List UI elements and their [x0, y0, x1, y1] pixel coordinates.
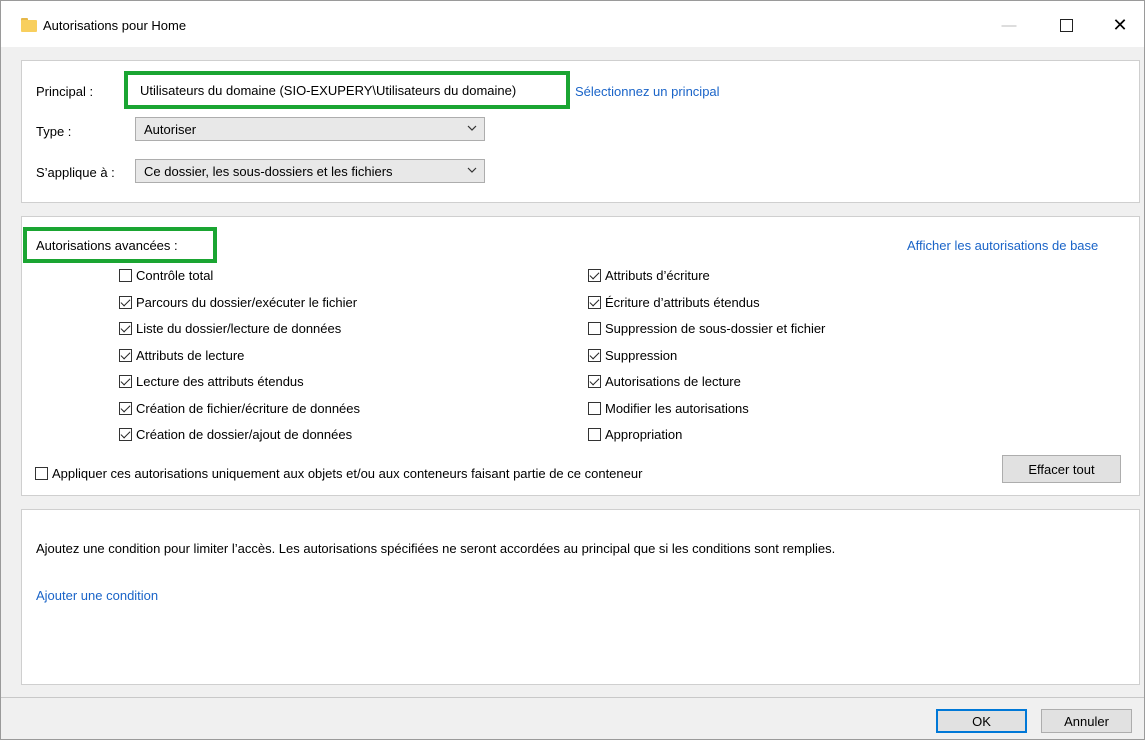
maximize-button[interactable] — [1046, 11, 1086, 39]
select-principal-link[interactable]: Sélectionnez un principal — [575, 84, 720, 99]
permission-checkbox-row[interactable]: Suppression de sous-dossier et fichier — [588, 321, 825, 336]
title-bar: Autorisations pour Home — ✕ — [1, 1, 1144, 47]
permission-checkbox[interactable] — [119, 322, 132, 335]
permission-label: Appropriation — [605, 427, 683, 442]
permission-checkbox[interactable] — [588, 295, 601, 309]
permission-label: Attributs d’écriture — [605, 268, 710, 283]
permission-label: Liste du dossier/lecture de données — [136, 321, 342, 336]
permission-checkbox-row[interactable]: Appropriation — [588, 427, 682, 442]
condition-panel: Ajoutez une condition pour limiter l’acc… — [21, 509, 1140, 685]
type-select[interactable]: Autoriser — [135, 117, 485, 141]
permission-label: Lecture des attributs étendus — [136, 374, 304, 389]
permission-checkbox-row[interactable]: Suppression — [588, 348, 677, 363]
permission-checkbox[interactable] — [119, 401, 132, 415]
advanced-permissions-panel: Autorisations avancées : Afficher les au… — [21, 216, 1140, 496]
close-button[interactable]: ✕ — [1100, 11, 1140, 39]
permission-checkbox-row[interactable]: Attributs de lecture — [119, 348, 244, 363]
permission-checkbox[interactable] — [588, 375, 601, 388]
permission-checkbox-row[interactable]: Modifier les autorisations — [588, 401, 749, 416]
permission-checkbox[interactable] — [119, 295, 132, 309]
permission-label: Écriture d’attributs étendus — [605, 294, 760, 310]
permission-label: Contrôle total — [136, 268, 214, 283]
permission-checkbox[interactable] — [119, 375, 132, 388]
type-label: Type : — [36, 124, 72, 139]
permission-checkbox-row[interactable]: Attributs d’écriture — [588, 268, 710, 283]
permission-checkbox[interactable] — [588, 428, 601, 441]
permissions-dialog: Autorisations pour Home — ✕ Principal : … — [0, 0, 1145, 740]
permission-label: Autorisations de lecture — [605, 374, 741, 389]
apply-only-checkbox-row[interactable]: Appliquer ces autorisations uniquement a… — [35, 466, 642, 481]
condition-description: Ajoutez une condition pour limiter l’acc… — [36, 541, 836, 556]
permission-checkbox[interactable] — [119, 348, 132, 362]
permission-label: Création de fichier/écriture de données — [136, 400, 361, 416]
permission-label: Parcours du dossier/exécuter le fichier — [136, 294, 358, 310]
permission-checkbox-row[interactable]: Écriture d’attributs étendus — [588, 295, 760, 310]
footer-separator — [1, 697, 1144, 698]
principal-value: Utilisateurs du domaine (SIO-EXUPERY\Uti… — [140, 83, 517, 98]
permission-checkbox[interactable] — [119, 428, 132, 441]
show-basic-permissions-link[interactable]: Afficher les autorisations de base — [907, 238, 1098, 253]
permission-checkbox[interactable] — [588, 269, 601, 282]
permission-checkbox[interactable] — [119, 269, 132, 282]
type-select-value: Autoriser — [144, 122, 197, 137]
chevron-down-icon — [467, 167, 477, 173]
permission-checkbox[interactable] — [588, 401, 601, 415]
permission-checkbox-row[interactable]: Lecture des attributs étendus — [119, 374, 304, 389]
principal-label: Principal : — [36, 84, 94, 99]
permission-checkbox-row[interactable]: Liste du dossier/lecture de données — [119, 321, 341, 336]
permission-label: Création de dossier/ajout de données — [136, 427, 353, 442]
permission-label: Attributs de lecture — [136, 347, 245, 363]
advanced-permissions-title: Autorisations avancées : — [36, 238, 178, 253]
permission-checkbox[interactable] — [588, 322, 601, 335]
chevron-down-icon — [467, 125, 477, 131]
permission-checkbox-row[interactable]: Création de dossier/ajout de données — [119, 427, 352, 442]
close-icon: ✕ — [1112, 14, 1128, 35]
folder-icon — [21, 18, 37, 32]
applies-to-select-value: Ce dossier, les sous-dossiers et les fic… — [144, 164, 393, 179]
maximize-icon — [1059, 18, 1073, 32]
minimize-button[interactable]: — — [989, 11, 1029, 39]
permission-label: Suppression de sous-dossier et fichier — [605, 321, 826, 336]
applies-to-select[interactable]: Ce dossier, les sous-dossiers et les fic… — [135, 159, 485, 183]
permission-checkbox-row[interactable]: Autorisations de lecture — [588, 374, 741, 389]
ok-button[interactable]: OK — [936, 709, 1027, 733]
permission-label: Modifier les autorisations — [605, 400, 749, 416]
apply-only-label: Appliquer ces autorisations uniquement a… — [52, 466, 643, 481]
clear-all-button[interactable]: Effacer tout — [1002, 455, 1121, 483]
apply-only-checkbox[interactable] — [35, 467, 48, 480]
applies-to-label: S’applique à : — [36, 165, 115, 180]
minimize-icon: — — [1001, 16, 1017, 34]
principal-panel: Principal : Utilisateurs du domaine (SIO… — [21, 60, 1140, 203]
permission-label: Suppression — [605, 347, 678, 363]
permission-checkbox-row[interactable]: Création de fichier/écriture de données — [119, 401, 360, 416]
cancel-button[interactable]: Annuler — [1041, 709, 1132, 733]
permission-checkbox-row[interactable]: Parcours du dossier/exécuter le fichier — [119, 295, 357, 310]
permission-checkbox[interactable] — [588, 348, 601, 362]
window-title: Autorisations pour Home — [43, 18, 187, 33]
add-condition-link[interactable]: Ajouter une condition — [36, 588, 158, 603]
permission-checkbox-row[interactable]: Contrôle total — [119, 268, 213, 283]
